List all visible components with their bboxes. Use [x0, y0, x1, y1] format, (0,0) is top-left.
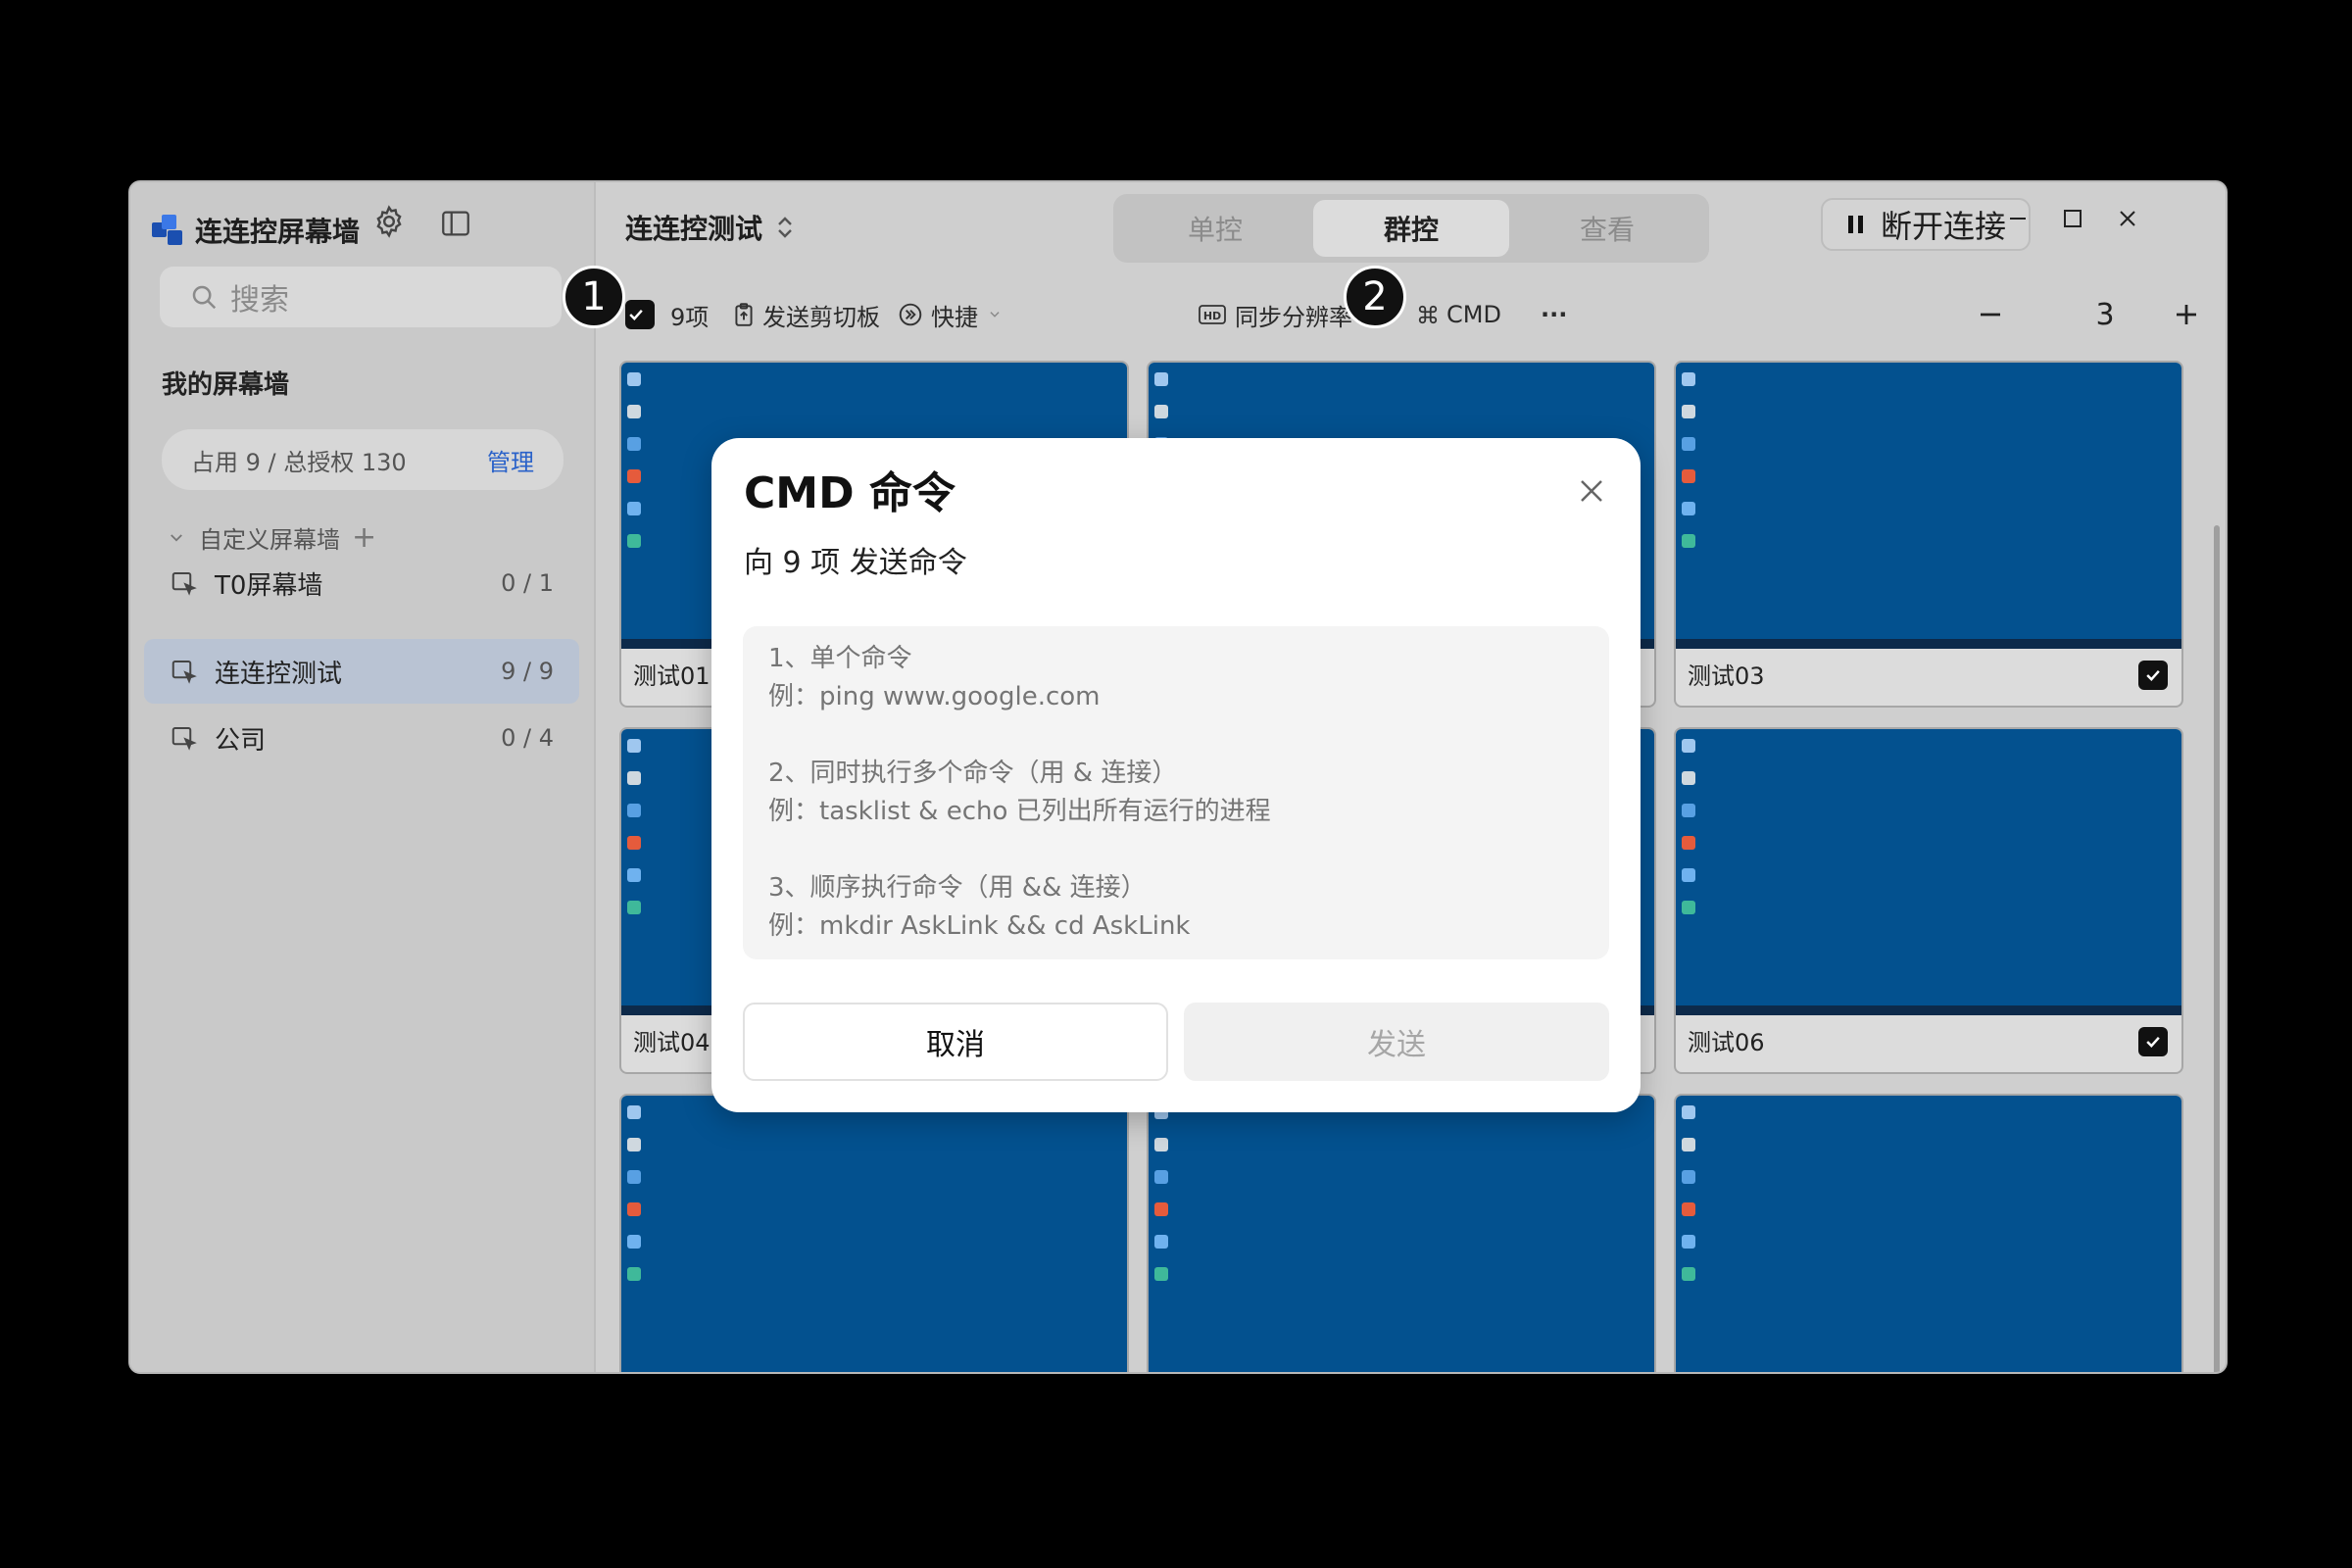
search-icon — [192, 285, 217, 310]
custom-wall-group[interactable]: 自定义屏幕墙 + — [168, 520, 376, 555]
current-wall-name: 连连控测试 — [625, 213, 763, 245]
command-key-icon — [1418, 305, 1438, 324]
app-title: 连连控屏幕墙 — [195, 216, 361, 248]
wall-name: 公司 — [215, 725, 267, 756]
clipboard-icon — [735, 303, 753, 326]
sidebar-item-company[interactable]: 公司 0 / 4 — [144, 706, 579, 770]
screen-wall-icon — [172, 727, 197, 751]
sidebar-toggle-icon[interactable] — [436, 204, 475, 243]
checkbox-checked-icon — [625, 300, 655, 329]
cmd-dialog: CMD 命令 向 9 项 发送命令 取消 发送 — [711, 438, 1641, 1112]
screen-tile[interactable] — [1674, 1094, 2183, 1372]
screen-wall-icon — [172, 572, 197, 596]
screen-wall-icon — [172, 661, 197, 684]
selected-count: 9项 — [670, 303, 710, 331]
dialog-subtitle: 向 9 项 发送命令 — [744, 546, 967, 580]
remote-desktop-preview — [1676, 363, 2181, 649]
step-badge-2: 2 — [1344, 266, 1406, 328]
sidebar-item-t0-wall[interactable]: T0屏幕墙 0 / 1 — [144, 551, 579, 615]
column-count: 3 — [2095, 297, 2115, 332]
send-button[interactable]: 发送 — [1184, 1003, 1609, 1081]
minimize-icon[interactable] — [1995, 196, 2040, 241]
screen-tile[interactable]: 测试03 — [1674, 361, 2183, 708]
cmd-label: CMD — [1446, 301, 1501, 328]
pause-icon — [1847, 216, 1863, 233]
tab-view[interactable]: 查看 — [1509, 200, 1705, 257]
tile-label: 测试01 — [633, 662, 710, 690]
screen-tile[interactable]: 测试06 — [1674, 727, 2183, 1074]
remote-desktop-preview — [1676, 1096, 2181, 1372]
tile-label: 测试06 — [1688, 1029, 1765, 1056]
search-input[interactable]: 搜索 — [160, 267, 562, 327]
screen-tile[interactable] — [619, 1094, 1129, 1372]
cancel-button[interactable]: 取消 — [743, 1003, 1168, 1081]
shortcut-label: 快捷 — [931, 303, 978, 331]
add-wall-icon[interactable]: + — [352, 520, 376, 555]
send-clipboard-button[interactable]: 发送剪切板 — [733, 280, 880, 349]
hd-icon: HD — [1199, 305, 1226, 324]
checkbox-checked-icon[interactable] — [2138, 661, 2168, 690]
settings-gear-icon[interactable] — [369, 202, 409, 241]
cmd-button[interactable]: CMD — [1417, 280, 1501, 349]
remote-desktop-preview — [621, 1096, 1127, 1372]
disconnect-label: 断开连接 — [1880, 208, 2006, 245]
sync-resolution-button[interactable]: HD 同步分辨率 — [1198, 280, 1352, 349]
remote-desktop-preview — [1676, 729, 2181, 1015]
step-badge-1: 1 — [563, 266, 625, 328]
tab-single-control[interactable]: 单控 — [1117, 200, 1313, 257]
sidebar: 连连控屏幕墙 搜索 我的屏幕墙 占用 9 / 总授权 130 管理 自定义屏幕墙… — [130, 182, 596, 1372]
custom-group-label: 自定义屏幕墙 — [199, 526, 340, 554]
chevron-down-icon — [171, 533, 182, 542]
group-toolbar: 9项 发送剪切板 快捷 HD 同步分辨率 CMD ··· — [596, 280, 2226, 349]
grid-scrollbar[interactable] — [2214, 525, 2220, 1372]
minus-icon — [1981, 313, 2000, 317]
dialog-title: CMD 命令 — [744, 468, 956, 518]
sidebar-item-lianliankong-test[interactable]: 连连控测试 9 / 9 — [144, 639, 579, 704]
checkbox-checked-icon[interactable] — [2138, 1027, 2168, 1056]
fast-forward-icon — [899, 303, 922, 326]
tab-group-control[interactable]: 群控 — [1313, 200, 1509, 257]
control-mode-tabs: 单控 群控 查看 — [1113, 194, 1709, 263]
manage-link[interactable]: 管理 — [487, 443, 534, 477]
increase-columns-button[interactable] — [2172, 280, 2209, 349]
section-title: 我的屏幕墙 — [162, 370, 290, 400]
screen-tile[interactable] — [1147, 1094, 1656, 1372]
send-clipboard-label: 发送剪切板 — [762, 303, 880, 331]
wall-name: T0屏幕墙 — [215, 570, 323, 601]
more-options-button[interactable]: ··· — [1541, 280, 1567, 349]
wall-count: 0 / 4 — [501, 724, 554, 752]
svg-text:HD: HD — [1203, 310, 1221, 322]
close-icon[interactable] — [1572, 471, 1611, 511]
select-all-checkbox[interactable]: 9项 — [625, 280, 709, 349]
remote-desktop-preview — [1149, 1096, 1654, 1372]
usage-text: 占用 9 / 总授权 130 — [191, 448, 407, 476]
sort-updown-icon — [778, 217, 792, 238]
license-usage: 占用 9 / 总授权 130 管理 — [162, 429, 564, 490]
command-input[interactable] — [743, 626, 1609, 959]
decrease-columns-button[interactable] — [1976, 280, 2013, 349]
wall-count: 0 / 1 — [501, 569, 554, 597]
chevron-down-icon — [990, 312, 1000, 318]
search-placeholder: 搜索 — [230, 283, 289, 318]
tile-label: 测试03 — [1688, 662, 1765, 690]
brand: 连连控屏幕墙 — [152, 206, 360, 255]
wall-count: 9 / 9 — [501, 658, 554, 685]
close-window-icon[interactable] — [2105, 196, 2150, 241]
plus-icon — [2177, 305, 2196, 324]
wall-selector[interactable]: 连连控测试 — [625, 208, 794, 247]
maximize-icon[interactable] — [2050, 196, 2095, 241]
sync-resolution-label: 同步分辨率 — [1235, 303, 1352, 331]
tile-label: 测试04 — [633, 1029, 710, 1056]
wall-name: 连连控测试 — [215, 659, 343, 689]
shortcut-dropdown[interactable]: 快捷 — [898, 280, 1009, 349]
app-logo-icon — [152, 215, 183, 246]
